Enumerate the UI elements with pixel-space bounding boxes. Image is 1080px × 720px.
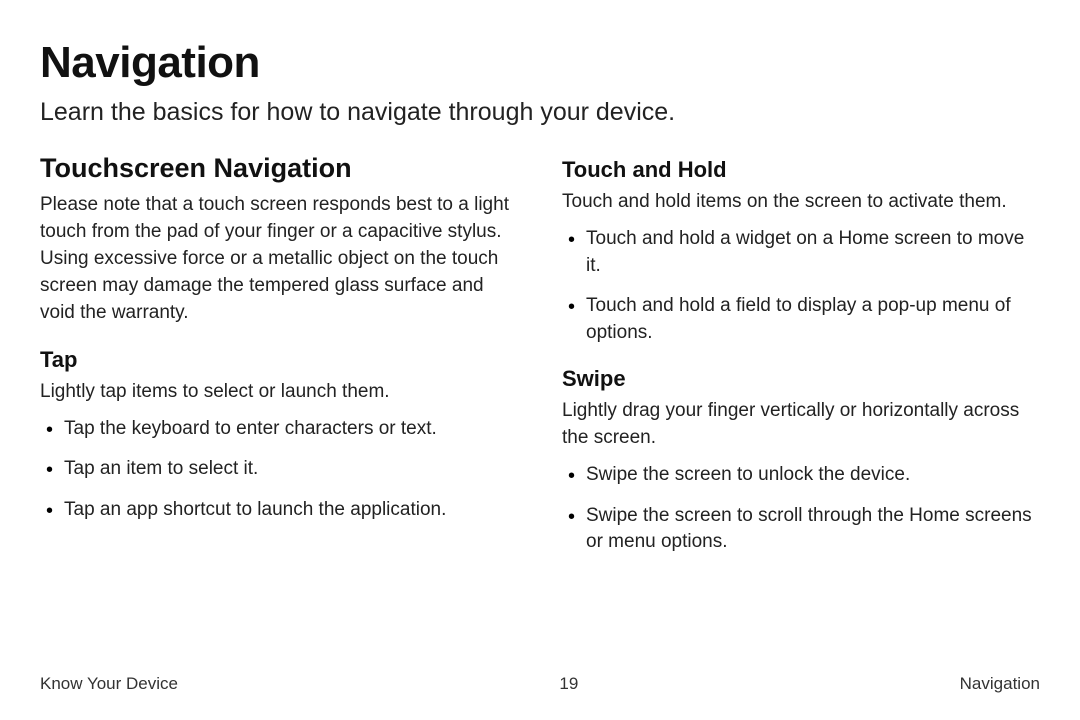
- touch-hold-intro: Touch and hold items on the screen to ac…: [562, 189, 1040, 216]
- touchscreen-nav-paragraph: Please note that a touch screen responds…: [40, 192, 518, 327]
- swipe-intro: Lightly drag your finger vertically or h…: [562, 398, 1040, 452]
- touchscreen-nav-heading: Touchscreen Navigation: [40, 153, 518, 184]
- footer-page-number: 19: [559, 674, 578, 694]
- swipe-heading: Swipe: [562, 366, 1040, 392]
- content-columns: Touchscreen Navigation Please note that …: [40, 153, 1040, 570]
- tap-bullets: Tap the keyboard to enter characters or …: [40, 416, 518, 524]
- page-intro: Learn the basics for how to navigate thr…: [40, 98, 1040, 127]
- page-footer: Know Your Device 19 Navigation: [40, 674, 1040, 694]
- touch-hold-bullet: Touch and hold a widget on a Home screen…: [562, 226, 1040, 279]
- tap-intro: Lightly tap items to select or launch th…: [40, 379, 518, 406]
- left-column: Touchscreen Navigation Please note that …: [40, 153, 518, 570]
- swipe-bullets: Swipe the screen to unlock the device. S…: [562, 462, 1040, 556]
- right-column: Touch and Hold Touch and hold items on t…: [562, 153, 1040, 570]
- page-title: Navigation: [40, 38, 1040, 88]
- footer-topic: Navigation: [960, 674, 1040, 694]
- tap-bullet: Tap an app shortcut to launch the applic…: [40, 497, 518, 524]
- touch-hold-heading: Touch and Hold: [562, 157, 1040, 183]
- footer-section: Know Your Device: [40, 674, 178, 694]
- touch-hold-bullets: Touch and hold a widget on a Home screen…: [562, 226, 1040, 346]
- tap-bullet: Tap the keyboard to enter characters or …: [40, 416, 518, 443]
- swipe-bullet: Swipe the screen to unlock the device.: [562, 462, 1040, 489]
- swipe-bullet: Swipe the screen to scroll through the H…: [562, 503, 1040, 556]
- tap-heading: Tap: [40, 347, 518, 373]
- touch-hold-bullet: Touch and hold a field to display a pop-…: [562, 293, 1040, 346]
- tap-bullet: Tap an item to select it.: [40, 456, 518, 483]
